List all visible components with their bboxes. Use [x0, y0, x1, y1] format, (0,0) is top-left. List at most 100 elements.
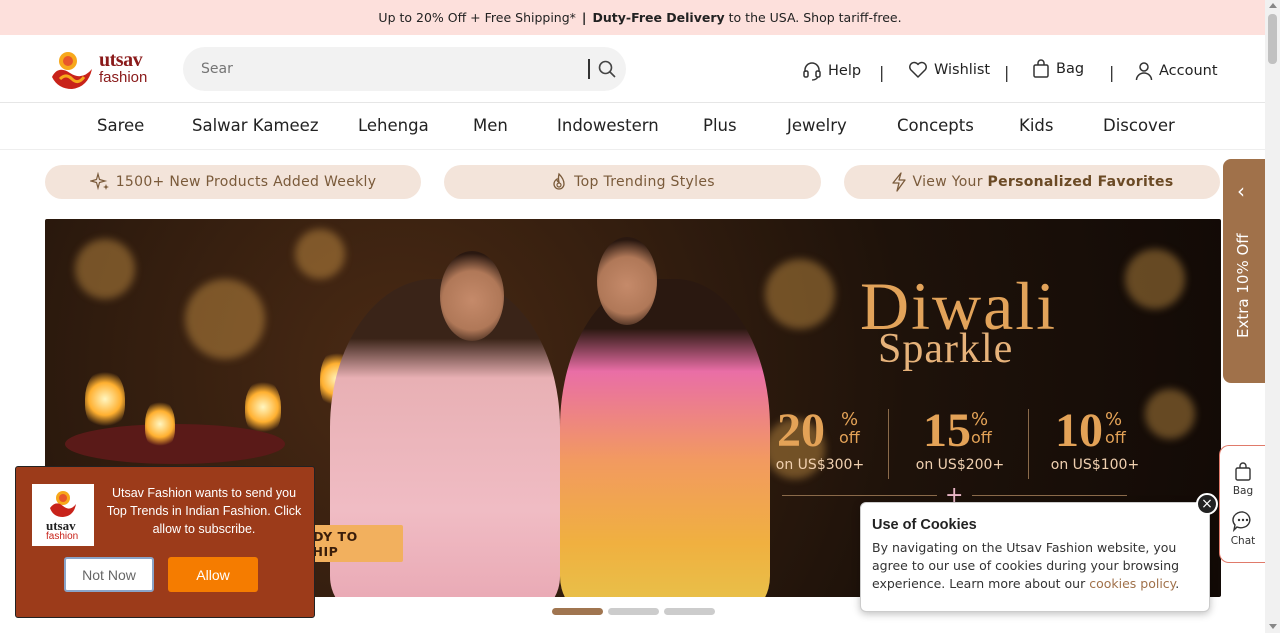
category-salwar-kameez[interactable]: Salwar Kameez — [192, 116, 318, 135]
not-now-button[interactable]: Not Now — [64, 557, 154, 592]
cookie-notice: Use of Cookies By navigating on the Utsa… — [860, 493, 1218, 612]
cookie-body: By navigating on the Utsav Fashion websi… — [872, 539, 1207, 593]
search-box[interactable] — [183, 47, 626, 91]
offer-off: off — [971, 428, 992, 447]
floating-bag-label: Bag — [1232, 485, 1254, 497]
cookie-title: Use of Cookies — [872, 517, 977, 533]
header-separator: | — [879, 63, 885, 82]
offer-divider — [1028, 409, 1029, 479]
header-separator: | — [1109, 63, 1115, 82]
bokeh-light — [185, 279, 265, 359]
promo-text-end: to the USA. Shop tariff-free. — [724, 10, 902, 25]
heart-icon — [909, 61, 927, 78]
category-discover[interactable]: Discover — [1103, 116, 1175, 135]
offer-divider — [888, 409, 889, 479]
offer-15: 15 % off on US$200+ — [915, 405, 1005, 474]
trending-label: Top Trending Styles — [574, 174, 715, 190]
site-logo[interactable]: utsav fashion — [48, 47, 152, 93]
ready-to-ship-button[interactable]: ADY TO SHIP — [303, 525, 403, 562]
header-separator: | — [1004, 63, 1010, 82]
carousel-dots — [552, 608, 715, 615]
promo-bold-text: Duty-Free Delivery — [592, 10, 725, 25]
promo-text: Up to 20% Off + Free Shipping* — [378, 10, 576, 25]
personalized-pill[interactable]: View Your Personalized Favorites — [844, 165, 1220, 199]
account-link[interactable]: Account — [1135, 61, 1218, 81]
bag-icon — [1235, 462, 1251, 481]
offer-percent: % — [1105, 409, 1123, 430]
scroll-up-arrow[interactable] — [1269, 3, 1277, 8]
flame-icon — [553, 172, 565, 190]
banner-subtitle: Sparkle — [878, 326, 1014, 372]
offer-condition: on US$100+ — [1050, 457, 1140, 473]
floating-chat-button[interactable]: Chat — [1220, 510, 1266, 547]
help-link[interactable]: Help — [802, 61, 861, 81]
banner-rule-left — [782, 495, 937, 496]
category-nav: Saree Salwar Kameez Lehenga Men Indowest… — [0, 103, 1265, 150]
offer-percent: % — [841, 409, 859, 430]
category-kids[interactable]: Kids — [1019, 116, 1053, 135]
carousel-dot[interactable] — [664, 608, 715, 615]
diya-flame — [245, 379, 281, 435]
help-label: Help — [828, 63, 862, 79]
user-icon — [1135, 62, 1153, 81]
push-subscribe-prompt: utsav fashion Utsav Fashion wants to sen… — [15, 466, 315, 618]
category-lehenga[interactable]: Lehenga — [358, 116, 429, 135]
category-indowestern[interactable]: Indowestern — [557, 116, 659, 135]
offer-10: 10 % off on US$100+ — [1049, 404, 1141, 474]
category-plus[interactable]: Plus — [703, 116, 737, 135]
banner-rule-right — [972, 495, 1127, 496]
search-icon[interactable] — [597, 59, 617, 79]
page-scrollbar[interactable] — [1265, 0, 1280, 633]
scroll-down-arrow[interactable] — [1269, 624, 1277, 629]
scrollbar-thumb[interactable] — [1268, 14, 1277, 64]
cookies-policy-link[interactable]: cookies policy — [1089, 576, 1175, 591]
allow-button[interactable]: Allow — [168, 557, 258, 592]
wishlist-label: Wishlist — [934, 62, 991, 78]
cookie-body-end: . — [1175, 576, 1180, 591]
offer-condition: on US$200+ — [915, 457, 1005, 473]
account-label: Account — [1159, 63, 1218, 79]
bag-link[interactable]: Bag — [1032, 59, 1084, 79]
bokeh-light — [1145, 389, 1195, 439]
offer-off: off — [839, 428, 860, 447]
category-men[interactable]: Men — [473, 116, 508, 135]
push-logo-text-fashion: fashion — [46, 531, 79, 542]
wishlist-link[interactable]: Wishlist — [908, 61, 990, 79]
offer-percent: % — [971, 409, 989, 430]
new-products-pill[interactable]: 1500+ New Products Added Weekly — [45, 165, 421, 199]
floating-bag-button[interactable]: Bag — [1220, 462, 1266, 497]
logo-mark-icon — [52, 52, 92, 89]
bokeh-light — [765, 259, 835, 329]
close-icon[interactable]: × — [1196, 493, 1218, 515]
floating-side-box: Bag Chat — [1219, 445, 1265, 563]
bokeh-light — [1125, 249, 1185, 309]
push-logo: utsav fashion — [32, 484, 94, 546]
offer-value: 10 — [1055, 404, 1103, 457]
personalized-label-prefix: View Your — [912, 174, 988, 190]
search-cursor-divider — [588, 59, 590, 79]
diya-flame — [145, 399, 175, 449]
model-yellow-pink-outfit — [560, 279, 770, 597]
push-message: Utsav Fashion wants to send you Top Tren… — [106, 486, 302, 536]
carousel-dot-active[interactable] — [552, 608, 603, 615]
carousel-dot[interactable] — [608, 608, 659, 615]
extra-offer-side-tab[interactable]: ‹ Extra 10% Off — [1223, 159, 1265, 383]
new-products-label: 1500+ New Products Added Weekly — [115, 174, 377, 190]
chevron-left-icon[interactable]: ‹ — [1237, 179, 1245, 203]
offer-condition: on US$300+ — [775, 457, 865, 473]
floating-chat-label: Chat — [1230, 535, 1256, 547]
promo-separator: | — [581, 10, 587, 25]
sparkle-icon — [89, 172, 109, 191]
search-input[interactable] — [201, 57, 561, 81]
personalized-label-bold: Personalized Favorites — [987, 174, 1174, 190]
model-face — [597, 237, 657, 325]
model-face — [440, 251, 504, 341]
trending-pill[interactable]: Top Trending Styles — [444, 165, 821, 199]
headset-icon — [803, 62, 821, 81]
category-jewelry[interactable]: Jewelry — [787, 116, 847, 135]
promo-topbar[interactable]: Up to 20% Off + Free Shipping* | Duty-Fr… — [0, 0, 1280, 35]
bag-label: Bag — [1056, 61, 1085, 77]
category-concepts[interactable]: Concepts — [897, 116, 974, 135]
offer-20: 20 % off on US$300+ — [775, 405, 865, 474]
category-saree[interactable]: Saree — [97, 116, 144, 135]
